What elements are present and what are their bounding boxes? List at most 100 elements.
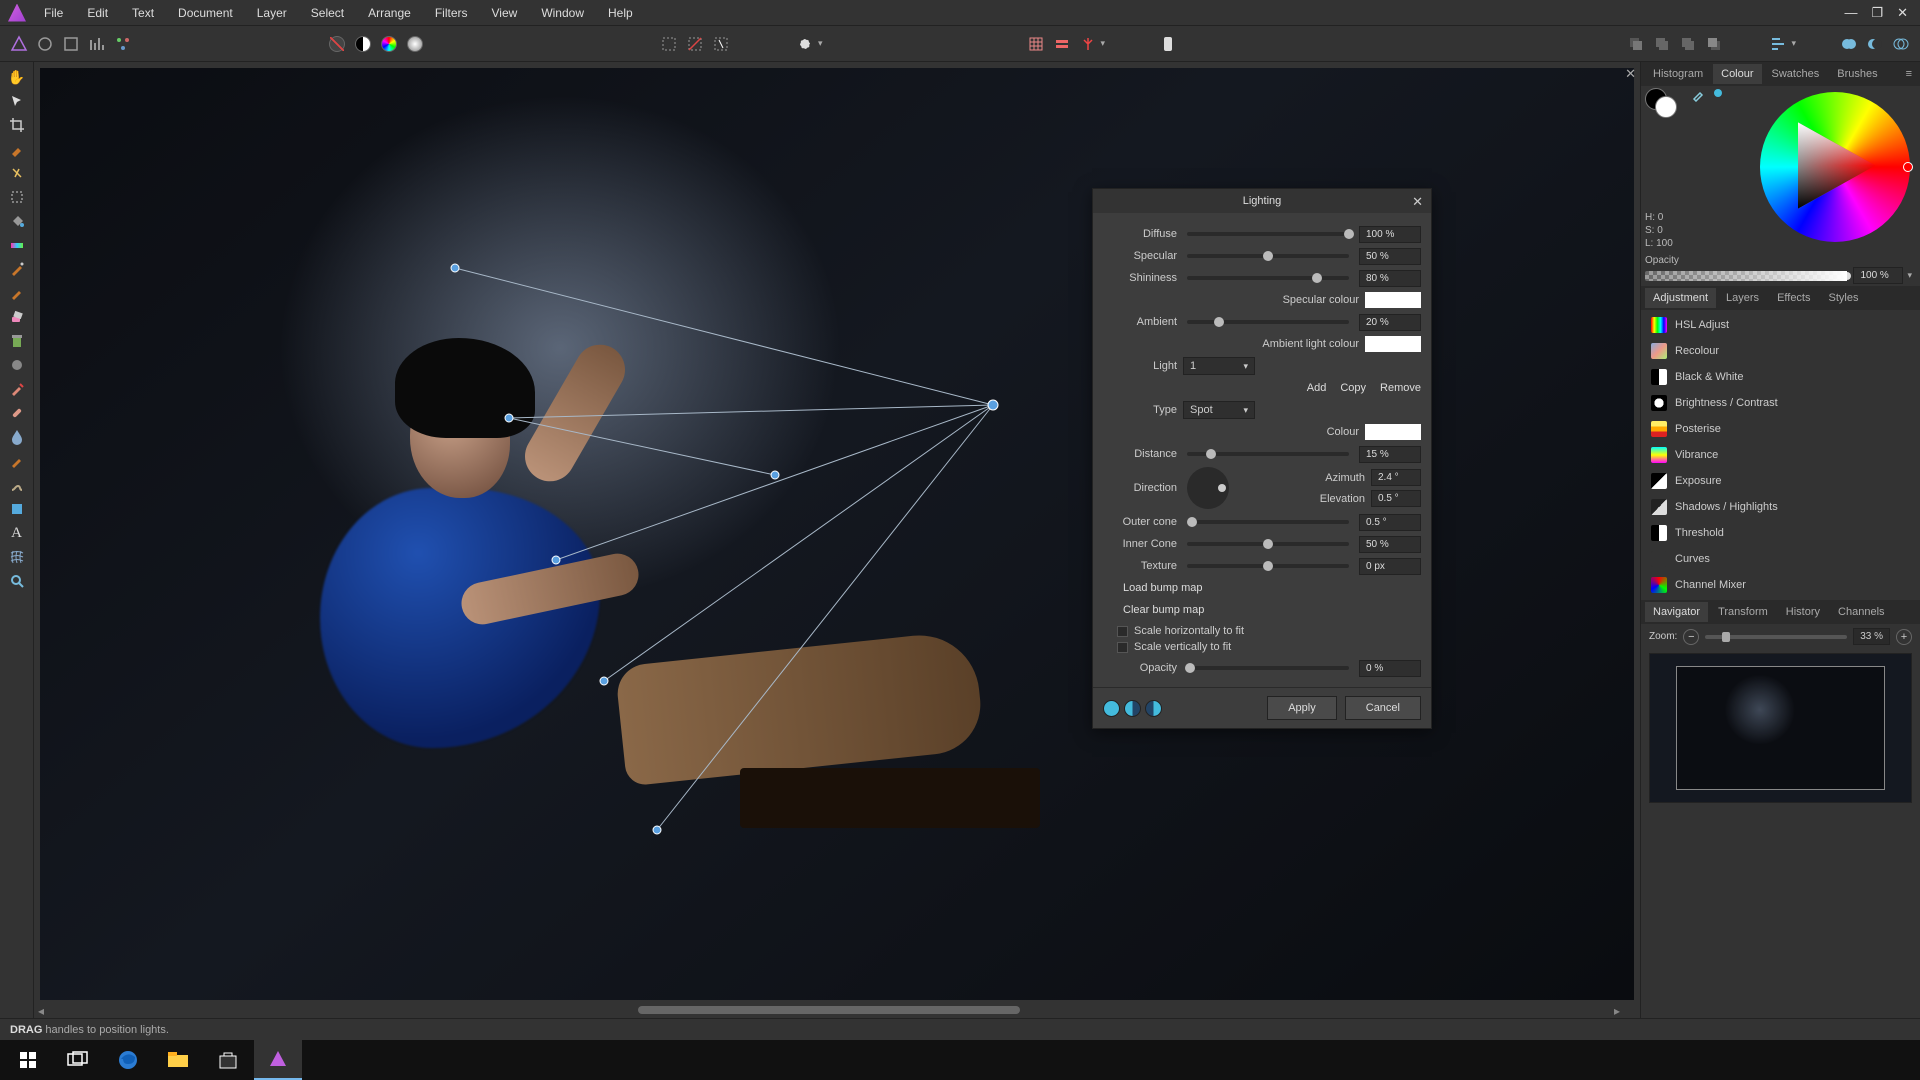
opacity-slider[interactable] — [1645, 271, 1847, 281]
hand-tool-icon[interactable]: ✋ — [4, 66, 30, 88]
light-copy-button[interactable]: Copy — [1340, 382, 1366, 394]
menu-help[interactable]: Help — [598, 2, 643, 24]
fg-bg-swatch[interactable] — [1645, 88, 1681, 118]
snap-grid-icon[interactable] — [1025, 33, 1047, 55]
boolean-sub-icon[interactable] — [1864, 33, 1886, 55]
scale-v-checkbox[interactable]: Scale vertically to fit — [1103, 639, 1421, 655]
selection-brush-icon[interactable] — [4, 138, 30, 160]
elevation-value[interactable]: 0.5 ° — [1371, 490, 1421, 507]
tab-swatches[interactable]: Swatches — [1764, 64, 1828, 84]
persona-tone-icon[interactable] — [86, 33, 108, 55]
persona-liquify-icon[interactable] — [34, 33, 56, 55]
tab-transform[interactable]: Transform — [1710, 602, 1776, 622]
opacity-value[interactable]: 100 % — [1853, 267, 1903, 284]
menu-window[interactable]: Window — [531, 2, 594, 24]
adjustment-item[interactable]: Exposure — [1641, 468, 1920, 494]
align-dropdown-icon[interactable]: ▾ — [1791, 38, 1796, 49]
shininess-slider[interactable] — [1187, 276, 1349, 280]
clear-bump-button[interactable]: Clear bump map — [1123, 604, 1204, 616]
scroll-right-icon[interactable]: ▸ — [1614, 1004, 1620, 1018]
move-tool-icon[interactable] — [4, 90, 30, 112]
clone-tool-icon[interactable] — [4, 330, 30, 352]
swatch-bw-icon[interactable] — [352, 33, 374, 55]
gradient-tool-icon[interactable] — [4, 234, 30, 256]
align-icon[interactable] — [1767, 33, 1789, 55]
assistant-icon[interactable] — [1157, 33, 1179, 55]
inpaint-tool-icon[interactable] — [4, 378, 30, 400]
light-remove-button[interactable]: Remove — [1380, 382, 1421, 394]
shininess-value[interactable]: 80 % — [1359, 270, 1421, 287]
preset-3[interactable] — [1145, 700, 1162, 717]
dlg-opacity-value[interactable]: 0 % — [1359, 660, 1421, 677]
boolean-add-icon[interactable] — [1838, 33, 1860, 55]
azimuth-value[interactable]: 2.4 ° — [1371, 469, 1421, 486]
tab-channels[interactable]: Channels — [1830, 602, 1892, 622]
tab-styles[interactable]: Styles — [1821, 288, 1867, 308]
healing-tool-icon[interactable] — [4, 402, 30, 424]
close-button[interactable]: ✕ — [1897, 5, 1908, 21]
dialog-close-icon[interactable]: ✕ — [1412, 194, 1423, 210]
menu-filters[interactable]: Filters — [425, 2, 478, 24]
tab-history[interactable]: History — [1778, 602, 1828, 622]
diffuse-slider[interactable] — [1187, 232, 1349, 236]
menu-document[interactable]: Document — [168, 2, 243, 24]
adjustment-item[interactable]: HSL Adjust — [1641, 312, 1920, 338]
quickmask-icon[interactable] — [794, 33, 816, 55]
tab-effects[interactable]: Effects — [1769, 288, 1818, 308]
specular-value[interactable]: 50 % — [1359, 248, 1421, 265]
tab-layers[interactable]: Layers — [1718, 288, 1767, 308]
zoom-tool-icon[interactable] — [4, 570, 30, 592]
menu-file[interactable]: File — [34, 2, 73, 24]
panel-menu-icon[interactable]: ≡ — [1902, 64, 1916, 84]
flood-select-icon[interactable] — [4, 162, 30, 184]
zoom-slider[interactable] — [1705, 635, 1847, 639]
specular-slider[interactable] — [1187, 254, 1349, 258]
persona-export-icon[interactable] — [112, 33, 134, 55]
store-icon[interactable] — [204, 1040, 252, 1080]
adjustment-item[interactable]: Brightness / Contrast — [1641, 390, 1920, 416]
boolean-xor-icon[interactable] — [1890, 33, 1912, 55]
type-select[interactable]: Spot▾ — [1183, 401, 1255, 419]
ambient-slider[interactable] — [1187, 320, 1349, 324]
adjustment-item[interactable]: Recolour — [1641, 338, 1920, 364]
apply-button[interactable]: Apply — [1267, 696, 1337, 720]
paint-brush-icon[interactable] — [4, 282, 30, 304]
zoom-out-button[interactable]: − — [1683, 629, 1699, 645]
zoom-value[interactable]: 33 % — [1853, 628, 1890, 645]
light-select[interactable]: 1▾ — [1183, 357, 1255, 375]
task-view-button[interactable] — [54, 1040, 102, 1080]
distance-value[interactable]: 15 % — [1359, 446, 1421, 463]
selection-new-icon[interactable] — [658, 33, 680, 55]
adjustment-item[interactable]: Shadows / Highlights — [1641, 494, 1920, 520]
menu-arrange[interactable]: Arrange — [358, 2, 421, 24]
horizontal-scrollbar[interactable]: ◂ ▸ — [34, 1004, 1624, 1018]
menu-text[interactable]: Text — [122, 2, 164, 24]
adjustment-item[interactable]: Curves — [1641, 546, 1920, 572]
tab-colour[interactable]: Colour — [1713, 64, 1761, 84]
flood-fill-icon[interactable] — [4, 210, 30, 232]
adjustment-item[interactable]: Black & White — [1641, 364, 1920, 390]
colour-wheel[interactable] — [1760, 92, 1910, 242]
adjustment-item[interactable]: Posterise — [1641, 416, 1920, 442]
persona-photo-icon[interactable] — [8, 33, 30, 55]
dodge-tool-icon[interactable] — [4, 450, 30, 472]
diffuse-value[interactable]: 100 % — [1359, 226, 1421, 243]
opacity-dropdown-icon[interactable]: ▾ — [1907, 270, 1912, 281]
scroll-left-icon[interactable]: ◂ — [38, 1004, 44, 1018]
distance-slider[interactable] — [1187, 452, 1349, 456]
maximize-button[interactable]: ❐ — [1871, 5, 1883, 21]
tab-histogram[interactable]: Histogram — [1645, 64, 1711, 84]
menu-edit[interactable]: Edit — [77, 2, 118, 24]
arrange-back-icon[interactable] — [1625, 33, 1647, 55]
blur-tool-icon[interactable] — [4, 426, 30, 448]
quickmask-dropdown-icon[interactable]: ▾ — [818, 38, 823, 49]
edge-icon[interactable] — [104, 1040, 152, 1080]
outer-cone-slider[interactable] — [1187, 520, 1349, 524]
tab-adjustment[interactable]: Adjustment — [1645, 288, 1716, 308]
inner-cone-slider[interactable] — [1187, 542, 1349, 546]
ambient-value[interactable]: 20 % — [1359, 314, 1421, 331]
menu-select[interactable]: Select — [301, 2, 354, 24]
navigator-thumbnail[interactable] — [1649, 653, 1912, 803]
tab-navigator[interactable]: Navigator — [1645, 602, 1708, 622]
swatch-grey-icon[interactable] — [404, 33, 426, 55]
